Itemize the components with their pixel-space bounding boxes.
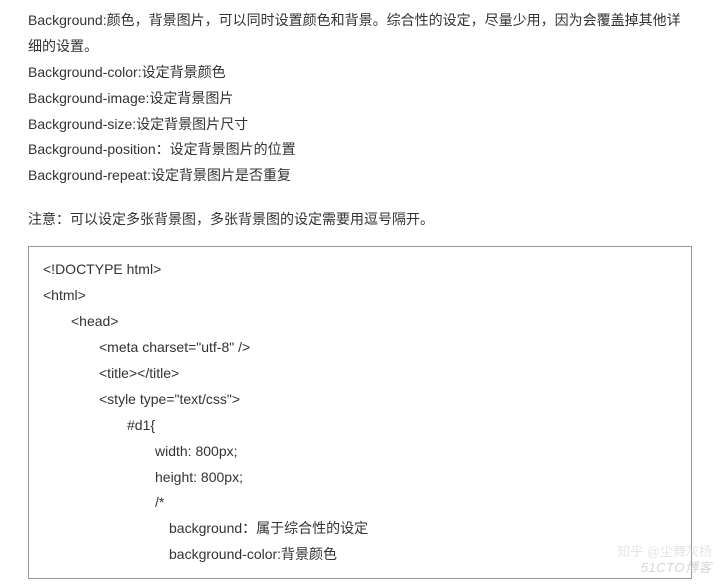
- code-line: <meta charset="utf-8" />: [43, 335, 677, 361]
- code-line: width: 800px;: [43, 439, 677, 465]
- code-line: <!DOCTYPE html>: [43, 257, 677, 283]
- watermark-51cto: 51CTO博客: [641, 556, 712, 579]
- code-line: background-color:背景颜色: [43, 542, 677, 568]
- code-line: <html>: [43, 283, 677, 309]
- code-line: height: 800px;: [43, 465, 677, 491]
- code-block: <!DOCTYPE html> <html> <head> <meta char…: [28, 246, 692, 579]
- prose-line: Background-position：设定背景图片的位置: [28, 137, 692, 163]
- prose-line: Background:颜色，背景图片，可以同时设置颜色和背景。综合性的设定，尽量…: [28, 8, 692, 60]
- code-line: background：属于综合性的设定: [43, 516, 677, 542]
- prose-line: Background-image:设定背景图片: [28, 86, 692, 112]
- code-line: #d1{: [43, 413, 677, 439]
- code-line: /*: [43, 490, 677, 516]
- code-line: <head>: [43, 309, 677, 335]
- code-line: <style type="text/css">: [43, 387, 677, 413]
- explanation-block: Background:颜色，背景图片，可以同时设置颜色和背景。综合性的设定，尽量…: [28, 8, 692, 189]
- note-text: 注意：可以设定多张背景图，多张背景图的设定需要用逗号隔开。: [28, 207, 692, 232]
- prose-line: Background-color:设定背景颜色: [28, 60, 692, 86]
- code-line: <title></title>: [43, 361, 677, 387]
- prose-line: Background-size:设定背景图片尺寸: [28, 112, 692, 138]
- prose-line: Background-repeat:设定背景图片是否重复: [28, 163, 692, 189]
